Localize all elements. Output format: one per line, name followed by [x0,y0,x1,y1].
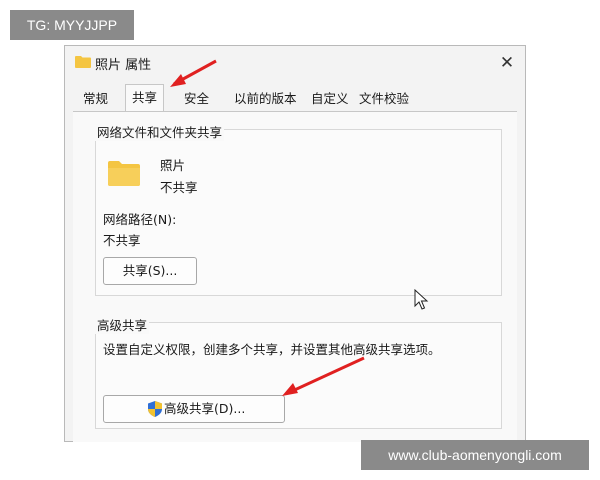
folder-share-status: 不共享 [160,180,198,195]
tab-file-checksum[interactable]: 文件校验 [353,88,415,110]
advanced-sharing-group-title: 高级共享 [95,315,150,334]
tab-customize[interactable]: 自定义 [305,88,355,110]
network-sharing-group-title: 网络文件和文件夹共享 [95,122,225,141]
share-button[interactable]: 共享(S)... [103,257,197,285]
folder-icon [75,56,91,68]
tab-security[interactable]: 安全 [178,88,215,110]
network-path-value: 不共享 [103,233,141,248]
uac-shield-icon [148,401,162,417]
mouse-cursor-icon [414,289,429,310]
advanced-sharing-description: 设置自定义权限，创建多个共享，并设置其他高级共享选项。 [103,342,441,357]
advanced-sharing-button-label: 高级共享(D)... [164,401,246,416]
tab-previous-versions[interactable]: 以前的版本 [228,88,303,110]
advanced-sharing-button[interactable]: 高级共享(D)... [103,395,285,423]
title-bar[interactable]: 照片 属性 ✕ [65,46,525,80]
properties-dialog: 照片 属性 ✕ 常规 共享 安全 以前的版本 自定义 文件校验 网络文件和文件夹… [64,45,526,442]
window-title: 照片 属性 [95,58,152,73]
watermark-bottom-right: www.club-aomenyongli.com [361,440,589,470]
watermark-top-left: TG: MYYJJPP [10,10,134,40]
folder-name: 照片 [160,158,186,173]
sharing-panel: 网络文件和文件夹共享 照片 不共享 网络路径(N): 不共享 共享(S)... … [73,111,517,442]
tab-sharing[interactable]: 共享 [125,84,165,112]
close-button[interactable]: ✕ [495,51,519,75]
network-path-label: 网络路径(N): [103,212,177,227]
tab-general[interactable]: 常规 [77,88,114,110]
folder-icon [108,161,140,186]
tab-bar: 常规 共享 安全 以前的版本 自定义 文件校验 [73,84,517,112]
